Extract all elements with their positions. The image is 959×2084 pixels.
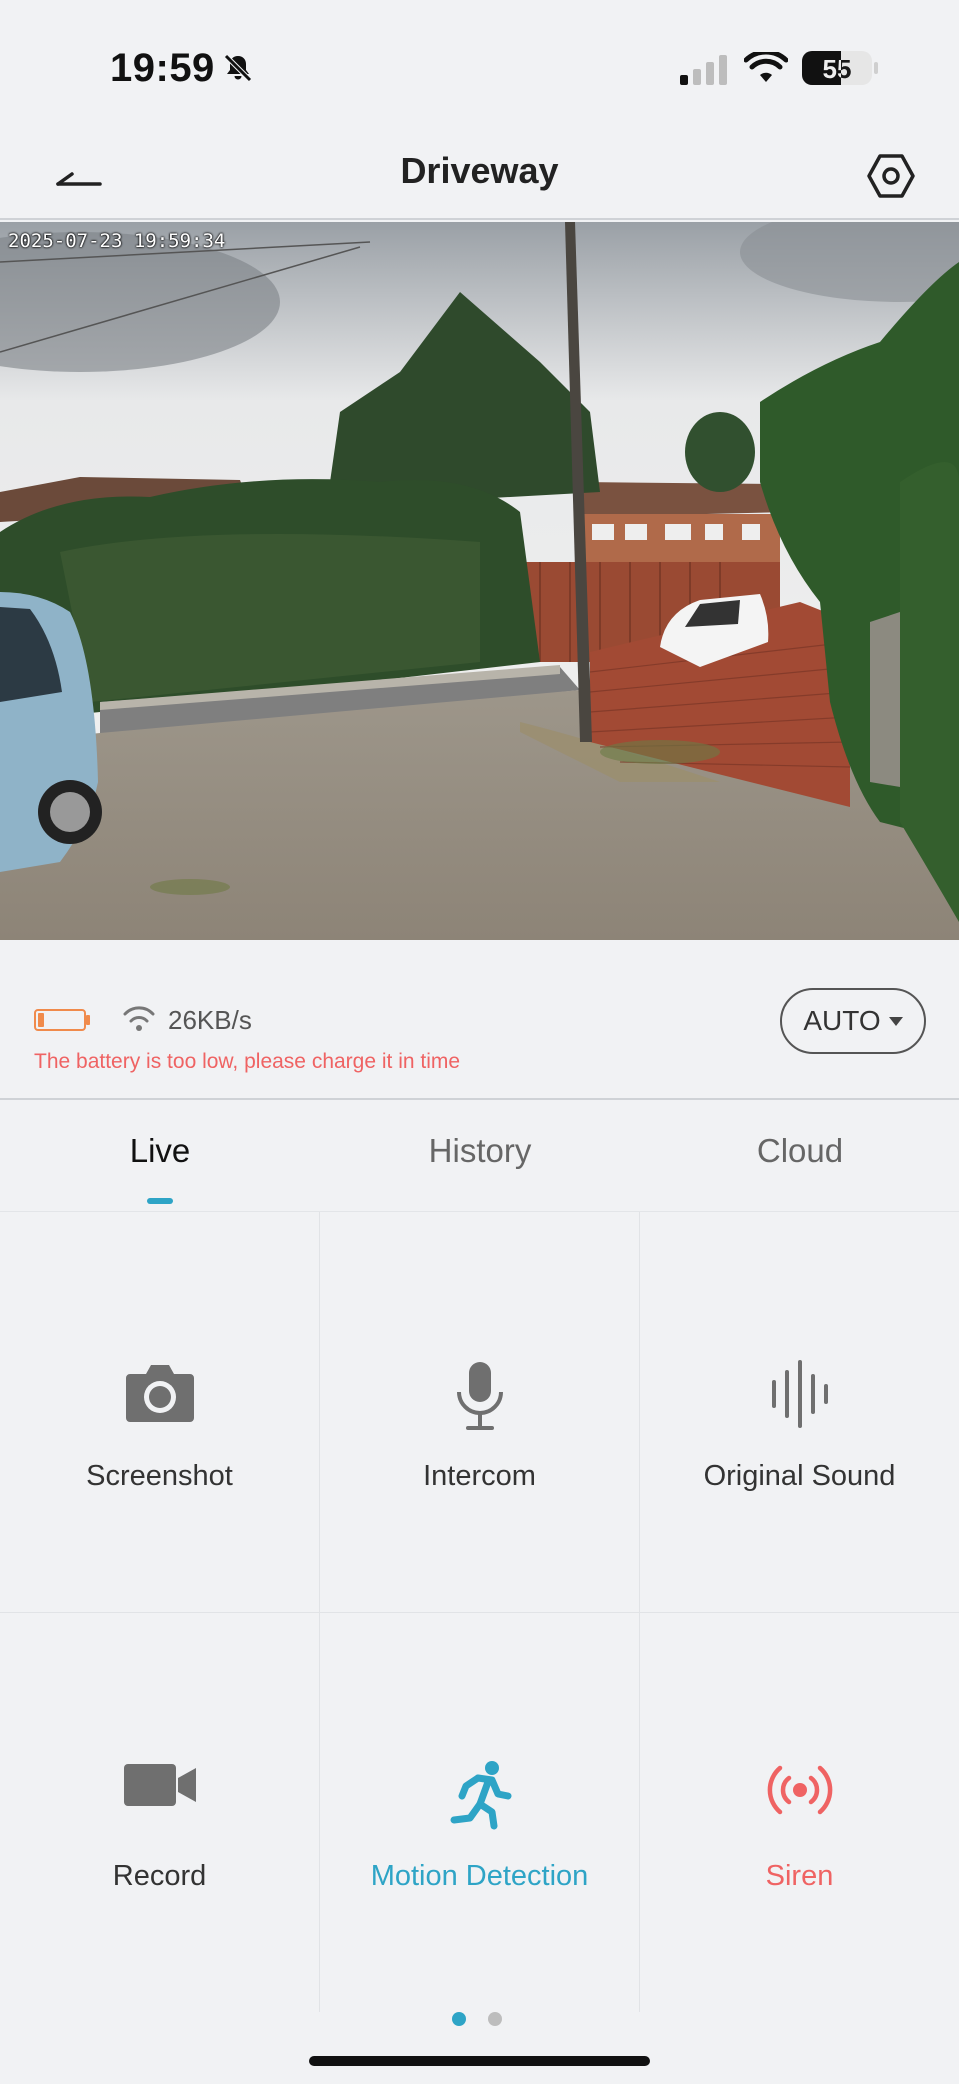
bell-off-icon (224, 54, 252, 82)
camera-scene (0, 222, 959, 940)
caret-down-icon (888, 1016, 903, 1026)
cellular-signal-icon (680, 55, 727, 85)
intercom-button[interactable]: Intercom (320, 1212, 639, 1612)
battery-low-icon (34, 1009, 86, 1031)
grid-divider (0, 1612, 959, 1613)
status-time: 19:59 (110, 46, 215, 90)
battery-indicator: 55 (802, 51, 872, 85)
quality-selector[interactable]: AUTO (780, 988, 926, 1054)
siren-label: Siren (765, 1860, 834, 1892)
sound-wave-icon (771, 1360, 828, 1428)
intercom-label: Intercom (423, 1460, 536, 1492)
page-indicator (452, 2012, 502, 2026)
original-sound-button[interactable]: Original Sound (640, 1212, 959, 1612)
quality-label: AUTO (803, 1005, 881, 1036)
status-bar: 19:59 55 (0, 0, 959, 130)
camera-icon (125, 1365, 194, 1422)
original-sound-label: Original Sound (703, 1460, 896, 1492)
battery-level: 55 (822, 54, 852, 84)
microphone-icon (456, 1362, 503, 1430)
screenshot-button[interactable]: Screenshot (0, 1212, 319, 1612)
device-status-strip: 26KB/s The battery is too low, please ch… (0, 940, 959, 1100)
tab-cloud[interactable]: Cloud (640, 1132, 959, 1170)
record-label: Record (112, 1860, 207, 1892)
page-dot[interactable] (488, 2012, 502, 2026)
page-title: Driveway (400, 150, 559, 191)
siren-button[interactable]: Siren (640, 1612, 959, 2012)
live-video-feed[interactable]: 2025-07-23 19:59:34 (0, 222, 959, 940)
wifi-icon (744, 52, 788, 82)
running-person-icon (450, 1761, 511, 1830)
motion-detection-button[interactable]: Motion Detection (320, 1612, 639, 2012)
low-battery-warning: The battery is too low, please charge it… (34, 1050, 461, 1073)
page-dot-active[interactable] (452, 2012, 466, 2026)
screenshot-label: Screenshot (86, 1460, 233, 1492)
network-icon (123, 1006, 155, 1031)
tab-history[interactable]: History (320, 1132, 640, 1170)
active-tab-indicator (147, 1198, 173, 1204)
tab-live[interactable]: Live (0, 1132, 320, 1170)
video-timestamp: 2025-07-23 19:59:34 (8, 230, 226, 252)
record-button[interactable]: Record (0, 1612, 319, 2012)
home-indicator[interactable] (309, 2056, 650, 2066)
siren-icon (767, 1765, 832, 1815)
motion-detection-label: Motion Detection (370, 1860, 589, 1892)
nav-bar: Driveway (0, 130, 959, 220)
view-tabs: Live History Cloud (0, 1102, 959, 1212)
settings-icon[interactable] (863, 148, 919, 204)
network-speed: 26KB/s (168, 1005, 252, 1035)
video-camera-icon (123, 1764, 196, 1806)
